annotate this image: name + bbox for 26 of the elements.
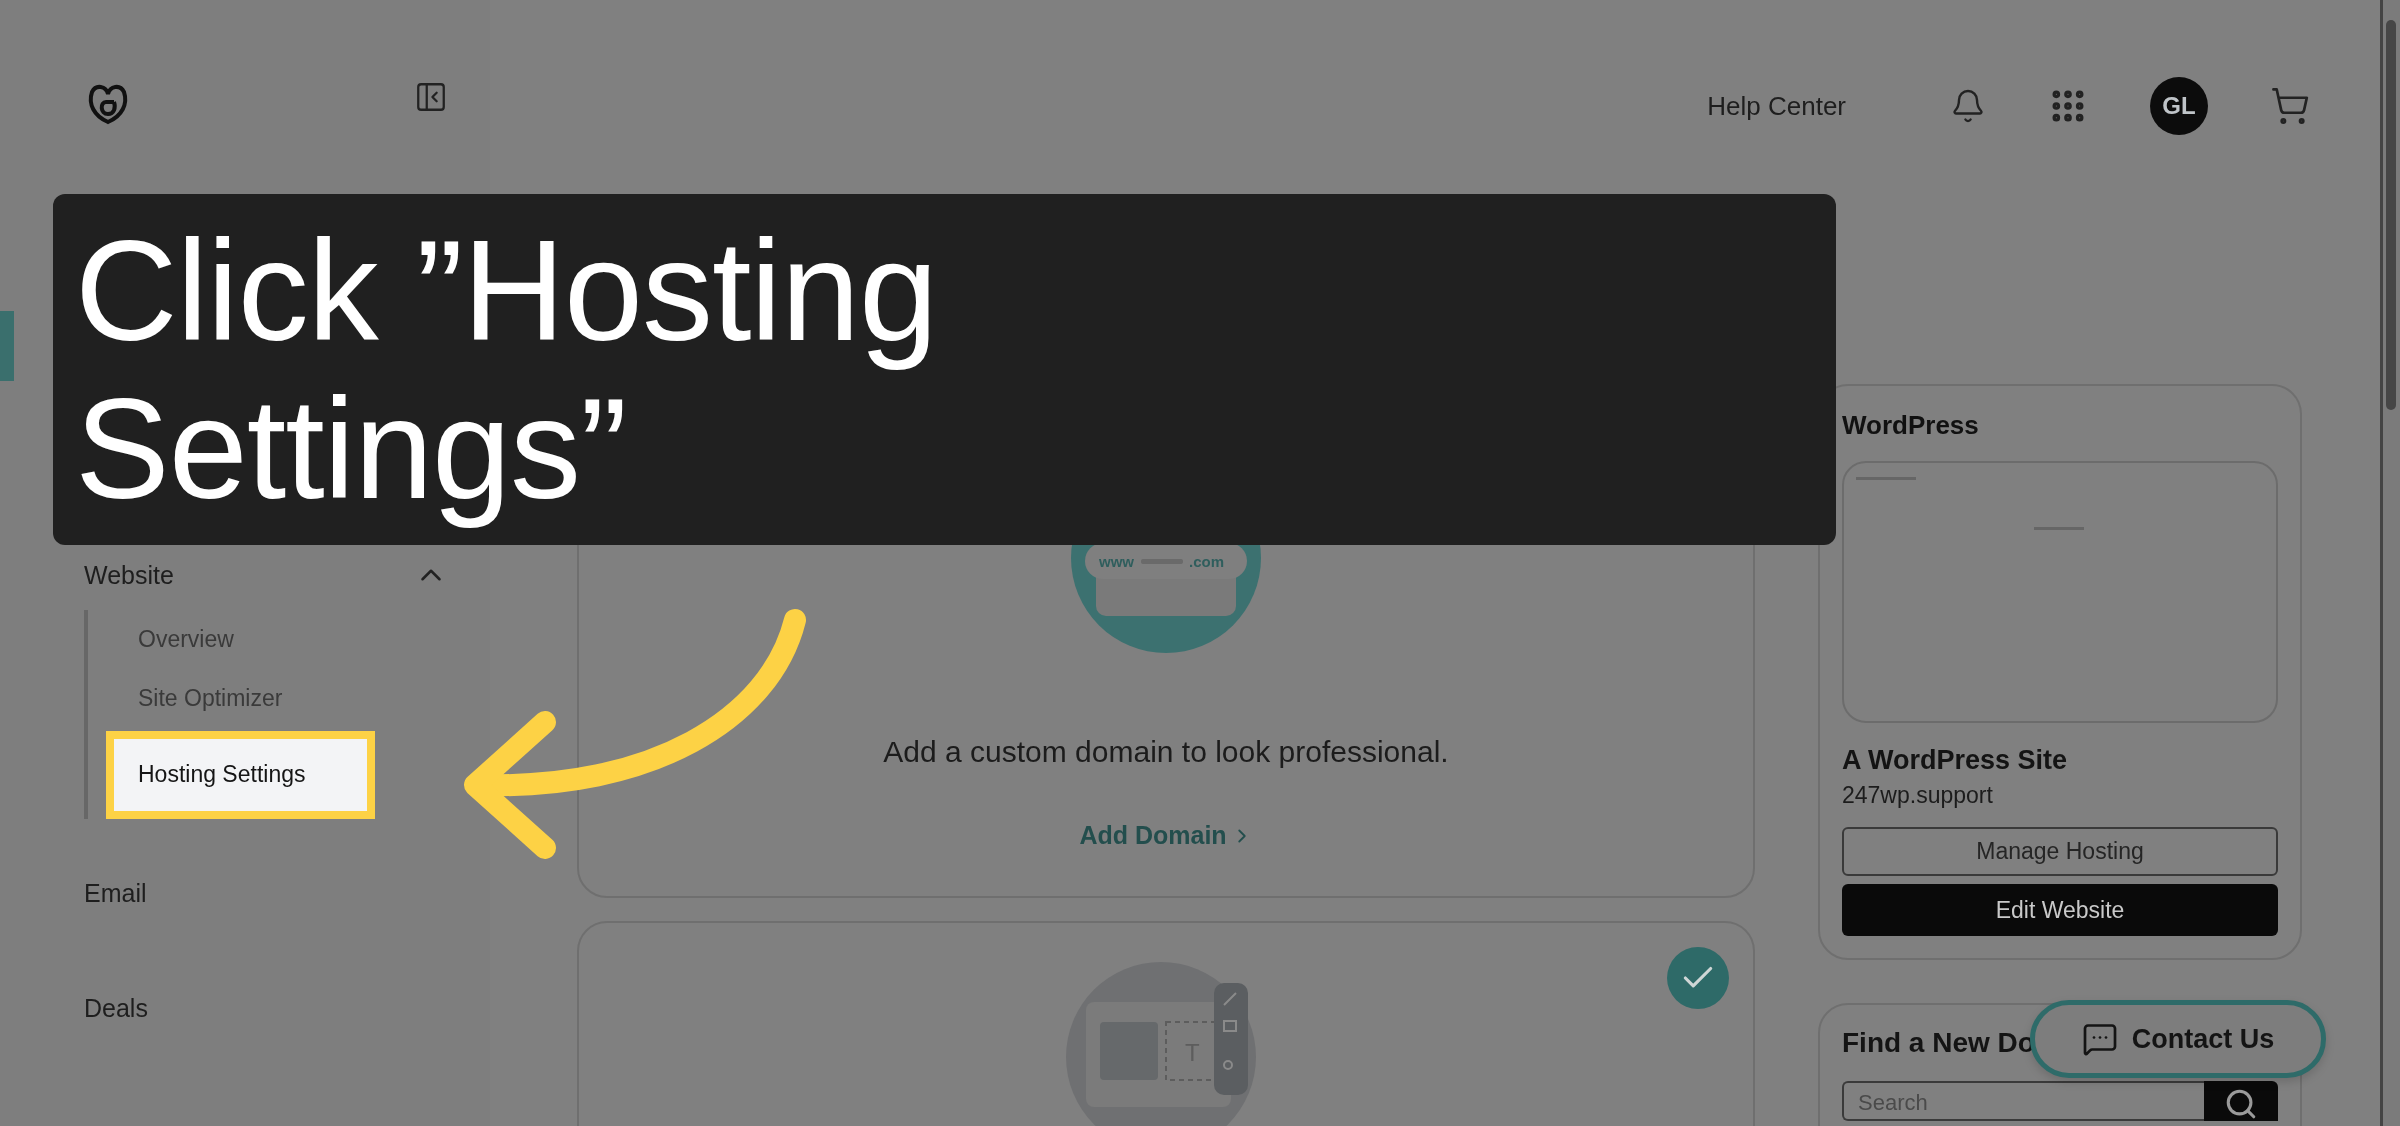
illustration-label: www <box>1099 553 1134 570</box>
chat-icon <box>2081 1021 2118 1057</box>
bell-icon[interactable] <box>1950 88 1986 124</box>
site-domain: 247wp.support <box>1842 782 1994 809</box>
sidebar-subitem[interactable]: Hosting Settings <box>106 730 375 819</box>
contact-us-button[interactable]: Contact Us <box>2030 1000 2326 1078</box>
sidebar-subitem[interactable]: Overview <box>106 610 375 669</box>
illustration-label: .com <box>1189 553 1224 570</box>
sidebar-item[interactable]: Website <box>84 560 174 590</box>
domain-message: Add a custom domain to look professional. <box>883 735 1449 769</box>
site-name: A WordPress Site <box>1842 745 2069 776</box>
sidebar-item[interactable]: Deals <box>84 994 490 1023</box>
card-title: WordPress <box>1842 410 1980 441</box>
manage-hosting-button[interactable]: Manage Hosting <box>1842 827 2278 876</box>
sidebar-item[interactable]: Email <box>84 879 490 908</box>
active-indicator <box>0 311 14 381</box>
help-center-link[interactable]: Help Center <box>1707 90 1846 122</box>
add-domain-link[interactable]: Add Domain <box>1079 821 1253 850</box>
sidebar-subitem[interactable]: Site Optimizer <box>106 668 375 728</box>
cart-icon[interactable] <box>2270 86 2310 126</box>
avatar[interactable]: GL <box>2150 77 2208 135</box>
collapse-sidebar-icon[interactable] <box>414 80 448 114</box>
search-icon[interactable] <box>2204 1081 2278 1121</box>
scrollbar[interactable] <box>2380 0 2400 1126</box>
edit-website-button[interactable]: Edit Website <box>1842 884 2278 936</box>
instruction-text: Click ”Hosting Settings” <box>75 212 938 528</box>
